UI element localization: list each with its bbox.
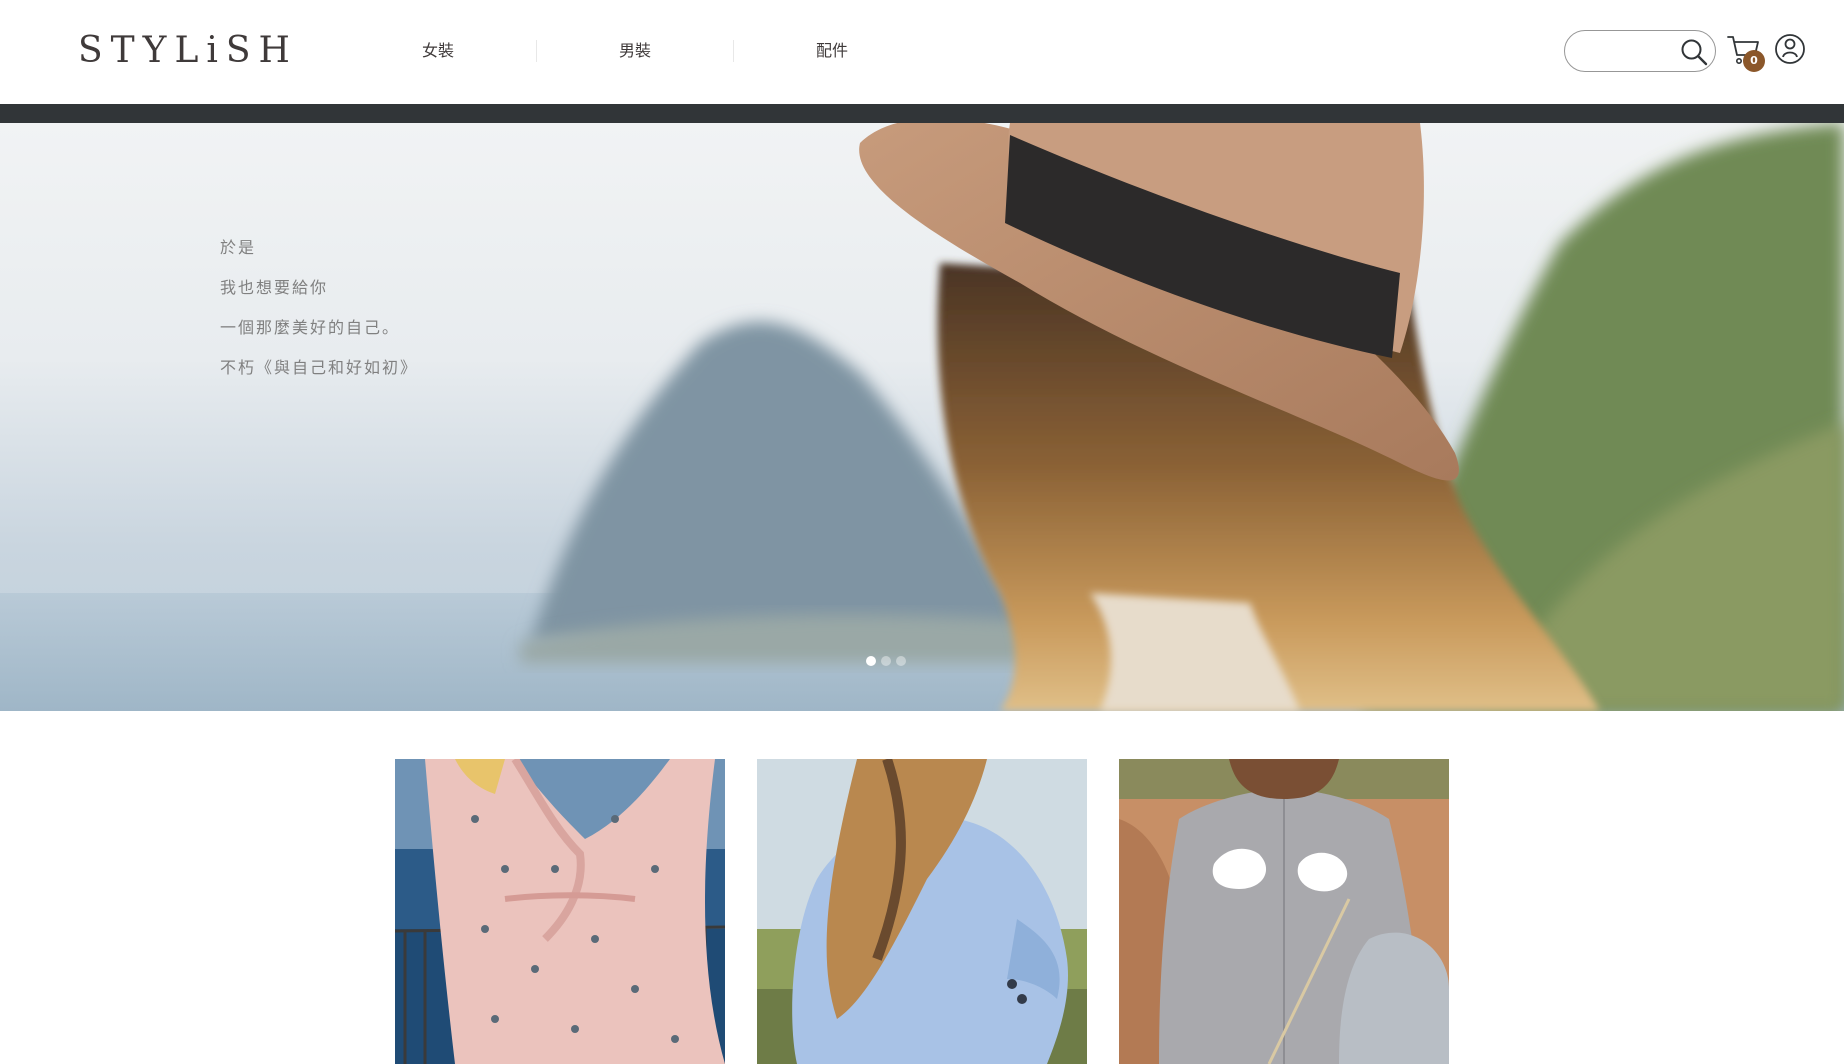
main-nav: 女裝 男裝 配件 xyxy=(340,38,930,64)
hero-story-line: 我也想要給你 xyxy=(220,278,329,297)
product-card-gray-shirt[interactable] xyxy=(1119,759,1449,1064)
cart-count-badge: 0 xyxy=(1743,50,1765,72)
member-icon[interactable] xyxy=(1774,32,1806,66)
carousel-dot[interactable] xyxy=(866,656,876,666)
hero-story-line: 不朽《與自己和好如初》 xyxy=(220,358,419,377)
product-image xyxy=(1119,759,1449,1064)
site-header: STYLiSH 女裝 男裝 配件 0 xyxy=(0,0,1844,104)
nav-item-men[interactable]: 男裝 xyxy=(537,38,733,64)
search-input[interactable] xyxy=(1579,39,1675,63)
search-icon[interactable] xyxy=(1679,37,1709,67)
carousel-indicators xyxy=(866,656,911,666)
nav-item-accessories[interactable]: 配件 xyxy=(734,38,930,64)
header-bottom-bar xyxy=(0,104,1844,123)
carousel-dot[interactable] xyxy=(881,656,891,666)
hero-story-line: 於是 xyxy=(220,238,257,257)
product-card-blue-blouse[interactable] xyxy=(757,759,1087,1064)
hero-story-line: 一個那麼美好的自己。 xyxy=(220,318,401,337)
hero-image xyxy=(0,123,1844,711)
product-image xyxy=(757,759,1087,1064)
nav-item-women[interactable]: 女裝 xyxy=(340,38,536,64)
product-image xyxy=(395,759,725,1064)
hero-story: 於是 我也想要給你 一個那麼美好的自己。 不朽《與自己和好如初》 xyxy=(220,228,540,388)
product-card-pink-dress[interactable] xyxy=(395,759,725,1064)
stylish-logo[interactable]: STYLiSH xyxy=(78,30,298,72)
carousel-dot[interactable] xyxy=(896,656,906,666)
hero-banner[interactable]: 於是 我也想要給你 一個那麼美好的自己。 不朽《與自己和好如初》 xyxy=(0,123,1844,711)
search-box xyxy=(1564,30,1716,72)
